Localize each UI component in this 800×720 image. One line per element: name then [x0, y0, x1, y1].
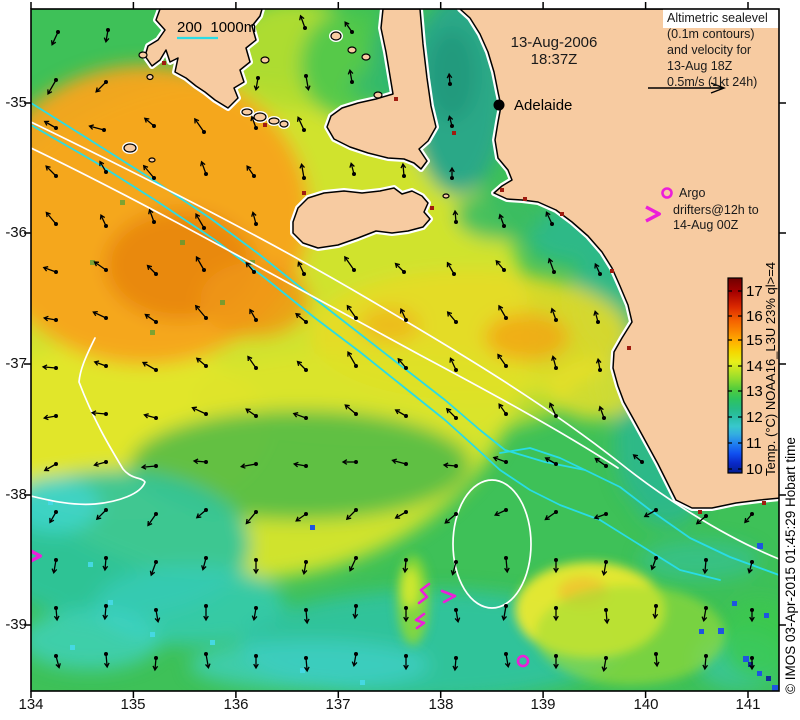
timestamp-date: 13-Aug-2006 [510, 34, 598, 51]
ocean-temperature-field [31, 9, 779, 691]
cbar-tick-15: 15 [746, 332, 763, 349]
lon-tick-136: 136 [223, 696, 249, 713]
lon-tick-138: 138 [428, 696, 454, 713]
cbar-tick-16: 16 [746, 308, 763, 325]
credit-line: © IMOS 03-Apr-2015 01:45:29 Hobart time [783, 437, 798, 694]
lon-tick-139: 139 [530, 696, 556, 713]
cbar-tick-17: 17 [746, 283, 763, 300]
sst-map-canvas [24, 2, 786, 698]
lat-tick-37: -37 [5, 355, 27, 372]
timestamp: 13-Aug-2006 18:37Z [488, 34, 620, 68]
lat-tick-36: -36 [5, 224, 27, 241]
lat-tick-35: -35 [5, 94, 27, 111]
drifter-legend-line1: drifters@12h to [673, 203, 759, 217]
lon-tick-137: 137 [325, 696, 351, 713]
lat-tick-39: -39 [5, 616, 27, 633]
drifter-legend-line2: 14-Aug 00Z [673, 218, 739, 232]
cbar-tick-12: 12 [746, 409, 763, 426]
depth-legend-label: 200 1000m [177, 19, 257, 36]
colorbar-title: Temp. (°C) NOAA16_L3U 23% ql>=4 [763, 261, 778, 476]
cbar-tick-10: 10 [746, 461, 763, 478]
altimetric-legend: Altimetric sealevel (0.1m contours) and … [667, 10, 768, 90]
cbar-tick-11: 11 [746, 435, 762, 452]
timestamp-time: 18:37Z [530, 50, 578, 68]
lon-tick-140: 140 [633, 696, 659, 713]
altimetric-legend-line1: Altimetric sealevel [667, 11, 768, 25]
lon-tick-134: 134 [18, 696, 44, 713]
altimetric-legend-line4: 13-Aug 18Z [667, 59, 733, 73]
cbar-tick-14: 14 [746, 358, 763, 375]
adelaide-city-label: Adelaide [514, 97, 573, 114]
adelaide-city-dot [493, 99, 505, 111]
altimetric-legend-line2: (0.1m contours) [667, 27, 755, 41]
colorbar [727, 277, 743, 474]
lat-tick-38: -38 [5, 486, 27, 503]
altimetric-legend-line3: and velocity for [667, 43, 752, 57]
sst-map-window: 134 135 136 137 138 139 140 141 -35 -36 … [0, 0, 800, 720]
argo-legend-label: Argo [679, 186, 706, 200]
lon-tick-135: 135 [120, 696, 146, 713]
altimetric-legend-line5: 0.5m/s (1kt 24h) [667, 75, 758, 89]
lon-tick-141: 141 [735, 696, 761, 713]
cbar-tick-13: 13 [746, 383, 763, 400]
